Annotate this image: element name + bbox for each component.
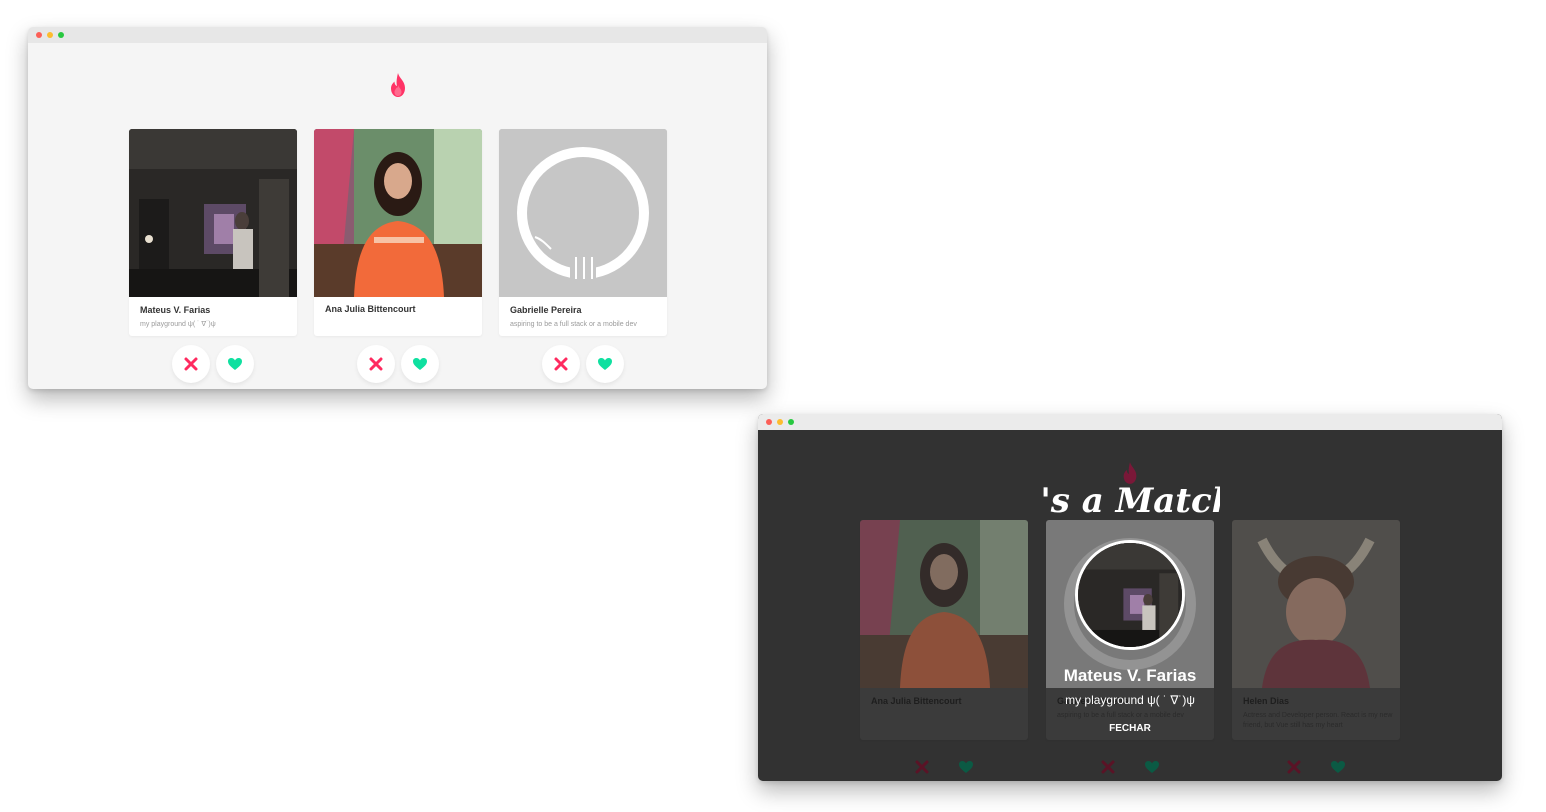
close-x-icon xyxy=(1287,760,1301,774)
dislike-button[interactable] xyxy=(903,748,941,781)
close-x-icon xyxy=(369,357,383,371)
flame-icon[interactable] xyxy=(387,72,409,98)
dev-card: Gabrielle Pereira aspiring to be a full … xyxy=(499,129,667,336)
dislike-button[interactable] xyxy=(542,345,580,383)
dev-card: Mateus V. Farias my playground ψ( ˙ ∇˙)ψ xyxy=(129,129,297,336)
close-x-icon xyxy=(915,760,929,774)
maximize-window-dot[interactable] xyxy=(58,32,64,38)
dev-bio: Actress and Developer person. React is m… xyxy=(1243,712,1393,729)
dev-card: Helen Dias Actress and Developer person.… xyxy=(1232,520,1400,740)
close-window-dot[interactable] xyxy=(36,32,42,38)
dev-bio: aspiring to be a full stack or a mobile … xyxy=(510,321,637,328)
like-button[interactable] xyxy=(947,748,985,781)
dev-name: Mateus V. Farias xyxy=(140,305,211,315)
close-x-icon xyxy=(1101,760,1115,774)
dev-name: Gabrielle Pereira xyxy=(510,305,582,315)
window-titlebar xyxy=(758,414,1502,430)
like-button[interactable] xyxy=(216,345,254,383)
dev-avatar xyxy=(314,129,482,297)
dev-avatar xyxy=(129,129,297,297)
heart-icon xyxy=(1145,761,1159,773)
match-bio: my playground ψ( ˙ ∇˙)ψ xyxy=(1065,693,1195,707)
dislike-button[interactable] xyxy=(1089,748,1127,781)
match-title-logo: It's a Match! xyxy=(1040,481,1220,521)
dislike-button[interactable] xyxy=(357,345,395,383)
heart-icon xyxy=(1331,761,1345,773)
dev-name: Ana Julia Bittencourt xyxy=(871,696,962,706)
like-button[interactable] xyxy=(586,345,624,383)
maximize-window-dot[interactable] xyxy=(788,419,794,425)
dev-avatar xyxy=(860,520,1028,688)
heart-icon xyxy=(598,358,612,370)
browser-window-list: Mateus V. Farias my playground ψ( ˙ ∇˙)ψ… xyxy=(28,27,767,389)
close-match-button[interactable]: FECHAR xyxy=(1080,719,1180,739)
like-button[interactable] xyxy=(401,345,439,383)
github-octocat-icon xyxy=(499,129,667,297)
close-x-icon xyxy=(184,357,198,371)
dev-bio: my playground ψ( ˙ ∇˙)ψ xyxy=(140,321,216,328)
like-button[interactable] xyxy=(1133,748,1171,781)
dev-name: Ana Julia Bittencourt xyxy=(325,304,416,314)
dislike-button[interactable] xyxy=(172,345,210,383)
close-window-dot[interactable] xyxy=(766,419,772,425)
match-title: It's a Match! xyxy=(1040,481,1220,521)
window-titlebar xyxy=(28,27,767,43)
browser-window-match: Ana Julia Bittencourt Gabrielle Pereira … xyxy=(758,414,1502,781)
match-avatar xyxy=(1075,540,1185,650)
like-button[interactable] xyxy=(1319,748,1357,781)
minimize-window-dot[interactable] xyxy=(47,32,53,38)
dev-avatar xyxy=(499,129,667,297)
heart-icon xyxy=(413,358,427,370)
heart-icon xyxy=(228,358,242,370)
dislike-button[interactable] xyxy=(1275,748,1313,781)
dev-card: Ana Julia Bittencourt xyxy=(314,129,482,336)
dev-card: Ana Julia Bittencourt xyxy=(860,520,1028,740)
dev-avatar xyxy=(1232,520,1400,688)
minimize-window-dot[interactable] xyxy=(777,419,783,425)
heart-icon xyxy=(959,761,973,773)
match-name: Mateus V. Farias xyxy=(1063,666,1197,685)
close-x-icon xyxy=(554,357,568,371)
